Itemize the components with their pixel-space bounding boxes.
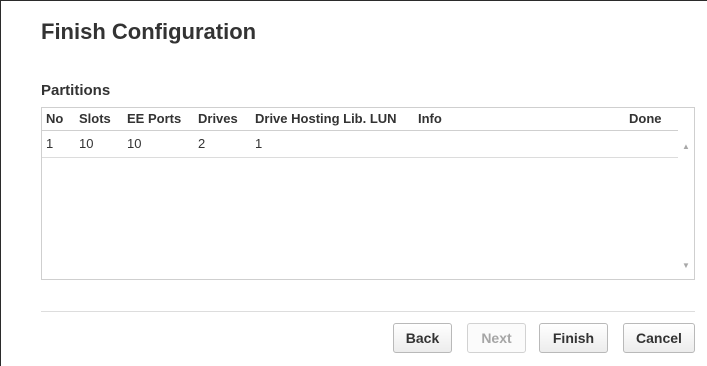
finish-button[interactable]: Finish — [539, 323, 608, 353]
table-row[interactable]: 1 10 10 2 1 — [42, 131, 678, 158]
column-header-done[interactable]: Done — [629, 108, 662, 130]
page-title: Finish Configuration — [41, 19, 257, 44]
cell-drive-hosting-lun: 1 — [255, 136, 263, 151]
scroll-down-arrow-icon[interactable]: ▼ — [678, 259, 694, 273]
partitions-section-title: Partitions — [41, 82, 111, 99]
table-body: 1 10 10 2 1 — [42, 130, 678, 279]
column-header-ee-ports[interactable]: EE Ports — [127, 108, 181, 130]
table-scrollbar[interactable]: ▲ ▼ — [678, 130, 694, 279]
column-header-no[interactable]: No — [46, 108, 63, 130]
column-header-drives[interactable]: Drives — [198, 108, 238, 130]
scroll-up-arrow-icon[interactable]: ▲ — [678, 140, 694, 154]
column-header-drive-hosting-lun[interactable]: Drive Hosting Lib. LUN — [255, 108, 397, 130]
cancel-button[interactable]: Cancel — [623, 323, 695, 353]
column-header-info[interactable]: Info — [418, 108, 442, 130]
next-button[interactable]: Next — [467, 323, 526, 353]
cell-ee-ports: 10 — [127, 136, 142, 151]
partitions-table: No Slots EE Ports Drives Drive Hosting L… — [41, 107, 695, 280]
footer-divider — [41, 311, 695, 312]
cell-slots: 10 — [79, 136, 94, 151]
back-button[interactable]: Back — [393, 323, 452, 353]
cell-no: 1 — [46, 136, 54, 151]
table-header: No Slots EE Ports Drives Drive Hosting L… — [42, 108, 694, 130]
wizard-panel: Finish Configuration Partitions No Slots… — [0, 0, 707, 366]
cell-drives: 2 — [198, 136, 206, 151]
column-header-slots[interactable]: Slots — [79, 108, 111, 130]
